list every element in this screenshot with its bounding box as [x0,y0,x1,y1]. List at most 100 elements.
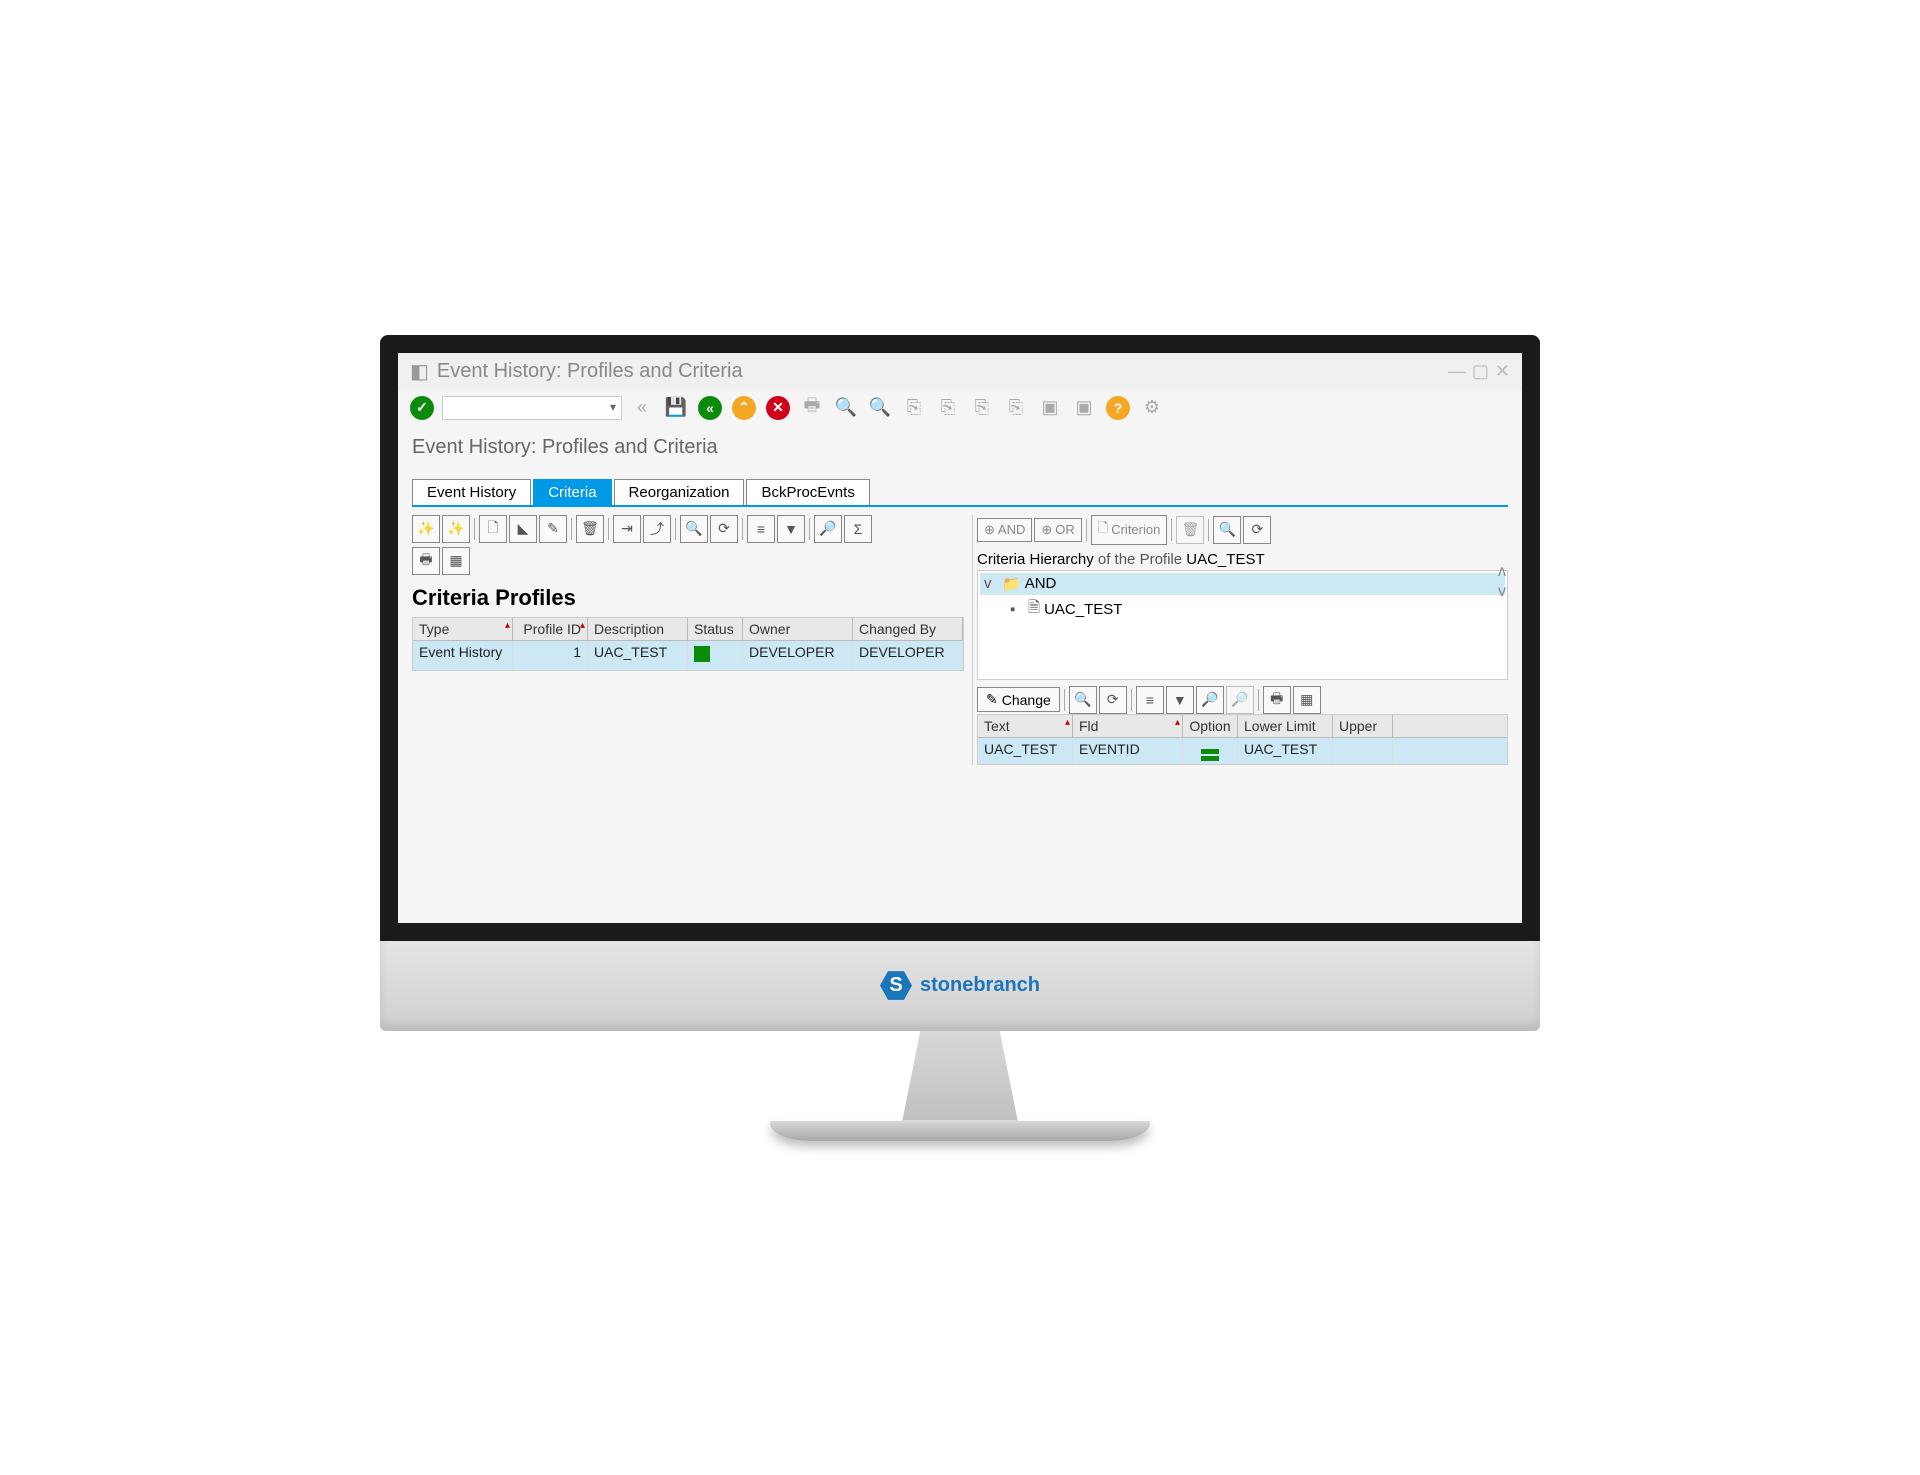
status-green-icon [694,646,710,662]
print3-icon[interactable]: 🖶 [1263,686,1291,714]
col-description[interactable]: Description [588,618,688,640]
wizard2-icon[interactable]: ✨ [442,515,470,543]
monitor-frame: ◧ Event History: Profiles and Criteria —… [380,335,1540,1141]
monitor-base: S stonebranch [380,941,1540,1031]
table-row[interactable]: Event History 1 UAC_TEST DEVELOPER DEVEL… [413,641,963,670]
sort-icon[interactable]: ≡ [1136,686,1164,714]
save-icon[interactable]: 💾 [662,394,690,422]
collapse-icon[interactable]: « [628,394,656,422]
filter-icon[interactable]: ▼ [777,515,805,543]
refresh3-icon[interactable]: ⟳ [1099,686,1127,714]
col-fld[interactable]: Fld [1073,715,1183,737]
folder-icon: 📁 [1002,575,1021,593]
criterion-button[interactable]: 🗋 Criterion [1091,515,1168,545]
sort-asc-icon[interactable]: ≡ [747,515,775,543]
cancel-button[interactable]: ✕ [764,394,792,422]
col-owner[interactable]: Owner [743,618,853,640]
find-icon[interactable]: 🔎 [814,515,842,543]
status-cell [688,641,743,670]
maximize-button[interactable]: ▢ [1472,361,1489,382]
right-toolbar: ⊕ AND ⊕ OR 🗋 Criterion 🗑 🔍 ⟳ [977,515,1508,545]
profiles-grid: Type Profile ID Description Status Owner… [412,617,964,671]
or-button[interactable]: ⊕ OR [1034,518,1081,542]
col-type[interactable]: Type [413,618,513,640]
change-button[interactable]: ✎ Change [977,687,1060,712]
minimize-button[interactable]: — [1448,361,1466,382]
table-row[interactable]: UAC_TEST EVENTID UAC_TEST [978,738,1507,764]
document-icon: 🗎 [1028,597,1040,622]
grid2-icon[interactable]: ▦ [1293,686,1321,714]
details-icon[interactable]: 🔍 [680,515,708,543]
tab-reorganization[interactable]: Reorganization [614,479,745,505]
back-button[interactable]: « [696,394,724,422]
close-button[interactable]: ✕ [1495,361,1510,382]
wizard-icon[interactable]: ✨ [412,515,440,543]
find-icon[interactable]: 🔍 [832,394,860,422]
brand-hex-icon: S [880,970,912,1002]
col-profile-id[interactable]: Profile ID [513,618,588,640]
option-equals-icon [1183,738,1238,764]
print2-icon[interactable]: 🖶 [412,547,440,575]
monitor-foot [770,1121,1150,1141]
tab-strip: Event History Criteria Reorganization Bc… [412,479,1508,507]
find2-icon[interactable]: 🔎 [1196,686,1224,714]
command-input[interactable] [442,396,622,420]
left-toolbar: ✨ ✨ 🗋 ◣ ✎ 🗑 ⇥ ⤴ 🔍 ⟳ [412,515,964,543]
details3-icon[interactable]: 🔍 [1069,686,1097,714]
criteria-tree: v📁AND ▪🗎UAC_TEST [977,570,1508,680]
settings-icon[interactable]: ⚙ [1138,394,1166,422]
col-lower[interactable]: Lower Limit [1238,715,1333,737]
import-icon[interactable]: ⇥ [613,515,641,543]
col-status[interactable]: Status [688,618,743,640]
tab-event-history[interactable]: Event History [412,479,531,505]
new-session-icon[interactable]: ▣ [1036,394,1064,422]
and-button[interactable]: ⊕ AND [977,518,1032,542]
scroll-indicator[interactable]: ʌv [1498,563,1506,601]
sum-icon[interactable]: Σ [844,515,872,543]
delete-icon[interactable]: 🗑 [576,515,604,543]
section-title: Criteria Profiles [412,579,964,617]
tab-criteria[interactable]: Criteria [533,479,611,505]
enter-button[interactable]: ✓ [408,394,436,422]
title-bar: ◧ Event History: Profiles and Criteria —… [398,353,1522,390]
print-icon[interactable]: 🖶 [798,394,826,422]
col-option[interactable]: Option [1183,715,1238,737]
tree-node-uactest[interactable]: ▪🗎UAC_TEST [980,595,1505,624]
details2-icon[interactable]: 🔍 [1213,516,1241,544]
brand-name: stonebranch [920,974,1040,997]
monitor-stand [870,1031,1050,1121]
find-next-icon[interactable]: 🔍 [866,394,894,422]
create-icon[interactable]: 🗋 [479,515,507,543]
window-title: Event History: Profiles and Criteria [437,360,743,383]
criteria-grid: Text Fld Option Lower Limit Upper UAC_TE… [977,714,1508,765]
refresh-icon[interactable]: ⟳ [710,515,738,543]
page-title: Event History: Profiles and Criteria [398,426,1522,479]
window-icon: ◧ [410,359,429,384]
page-prev-icon[interactable]: ⎘ [934,394,962,422]
change-toolbar: ✎ Change 🔍 ⟳ ≡ ▼ 🔎 🔎 🖶 ▦ [977,686,1508,714]
col-changed-by[interactable]: Changed By [853,618,963,640]
col-upper[interactable]: Upper [1333,715,1393,737]
tree-node-and[interactable]: v📁AND [980,573,1505,595]
app-window: ◧ Event History: Profiles and Criteria —… [398,353,1522,923]
find-next2-icon[interactable]: 🔎 [1226,686,1254,714]
export-icon[interactable]: ⤴ [643,515,671,543]
edit-icon[interactable]: ✎ [539,515,567,543]
shortcut-icon[interactable]: ▣ [1070,394,1098,422]
refresh2-icon[interactable]: ⟳ [1243,516,1271,544]
page-next-icon[interactable]: ⎘ [968,394,996,422]
page-first-icon[interactable]: ⎘ [900,394,928,422]
delete2-icon[interactable]: 🗑 [1176,516,1204,544]
main-toolbar: ✓ « 💾 « ⌃ ✕ 🖶 🔍 🔍 ⎘ ⎘ ⎘ ⎘ ▣ ▣ ? ⚙ [398,390,1522,426]
col-text[interactable]: Text [978,715,1073,737]
tab-bckprocevnts[interactable]: BckProcEvnts [746,479,869,505]
up-button[interactable]: ⌃ [730,394,758,422]
grid-icon[interactable]: ▦ [442,547,470,575]
flag-icon[interactable]: ◣ [509,515,537,543]
page-last-icon[interactable]: ⎘ [1002,394,1030,422]
brand-logo: S stonebranch [880,970,1040,1002]
right-pane: ⊕ AND ⊕ OR 🗋 Criterion 🗑 🔍 ⟳ Criteria Hi… [972,515,1508,765]
hierarchy-label: Criteria Hierarchy of the Profile UAC_TE… [977,549,1508,570]
help-button[interactable]: ? [1104,394,1132,422]
filter2-icon[interactable]: ▼ [1166,686,1194,714]
